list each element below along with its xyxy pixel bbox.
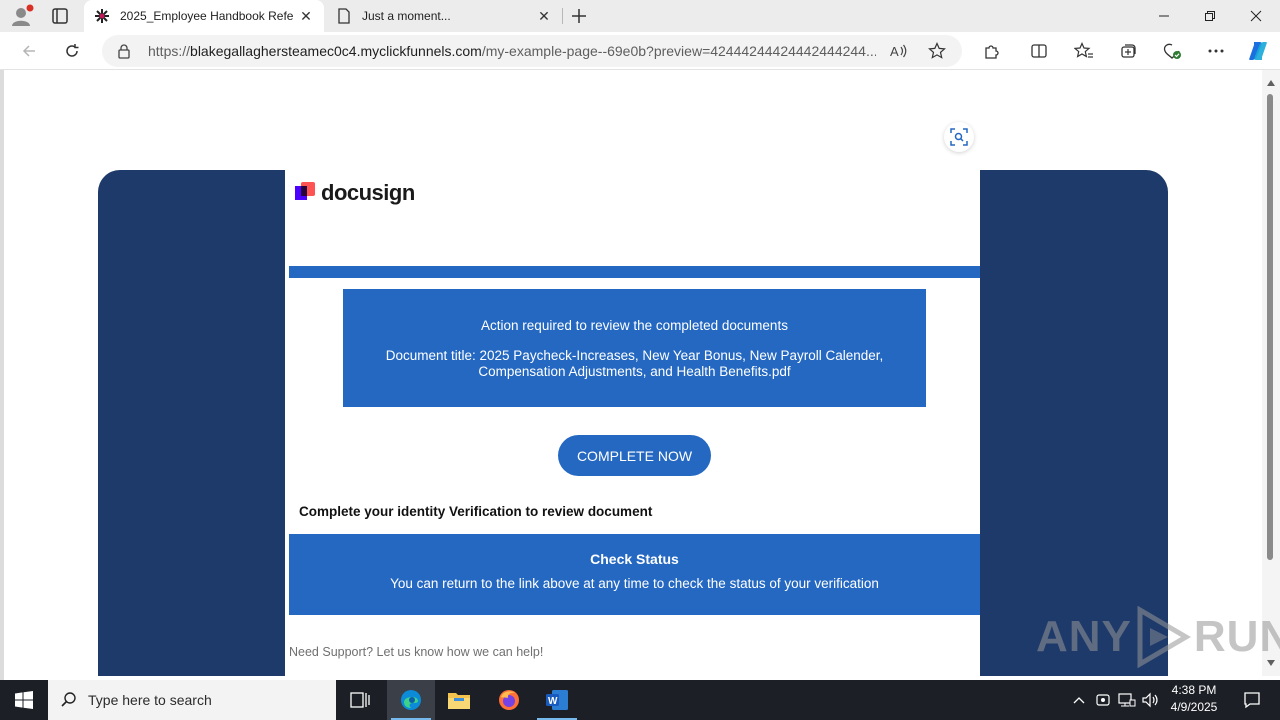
restore-icon[interactable]	[1187, 0, 1233, 32]
status-text: You can return to the link above at any …	[390, 576, 879, 591]
phishing-email-body: docusign Action required to review the c…	[285, 170, 980, 676]
volume-icon[interactable]	[1140, 680, 1162, 720]
anyrun-watermark: ANY RUN	[1036, 605, 1280, 669]
windows-taskbar: Type here to search W 4:38 PM 4/9/2025	[0, 680, 1280, 720]
edge-taskbar-icon[interactable]	[387, 680, 435, 720]
support-text: Need Support? Let us know how we can hel…	[289, 645, 544, 659]
search-placeholder: Type here to search	[88, 692, 212, 708]
notifications-icon[interactable]	[1232, 680, 1272, 720]
action-required-box: Action required to review the completed …	[343, 289, 926, 407]
watermark-right: RUN	[1193, 612, 1280, 661]
show-hidden-icons-icon[interactable]	[1068, 680, 1090, 720]
svg-text:A: A	[890, 44, 899, 59]
verification-heading: Complete your identity Verification to r…	[299, 504, 653, 519]
close-tab-icon[interactable]: ✕	[532, 4, 556, 28]
system-clock[interactable]: 4:38 PM 4/9/2025	[1164, 682, 1224, 718]
clock-time: 4:38 PM	[1171, 683, 1217, 697]
tab-title: 2025_Employee Handbook Refere	[120, 9, 294, 23]
profile-icon[interactable]	[8, 4, 36, 28]
collections-icon[interactable]	[1113, 37, 1143, 65]
tab-just-a-moment[interactable]: Just a moment... ✕	[326, 0, 562, 32]
extensions-icon[interactable]	[976, 37, 1006, 65]
docusign-logo: docusign	[295, 180, 415, 206]
watermark-play-icon	[1134, 605, 1192, 669]
check-status-box: Check Status You can return to the link …	[289, 534, 980, 615]
tab-strip: 2025_Employee Handbook Refere ✕ Just a m…	[0, 0, 1280, 32]
tab-actions-icon[interactable]	[46, 4, 74, 28]
firefox-icon[interactable]	[485, 680, 533, 720]
page-favicon-icon	[336, 8, 352, 24]
url-path: /my-example-page--69e0b?preview=42444244…	[481, 43, 876, 59]
task-view-icon[interactable]	[336, 680, 384, 720]
windows-start-icon[interactable]	[0, 680, 48, 720]
back-icon[interactable]	[14, 37, 44, 65]
url-host: blakegallaghersteamec0c4.myclickfunnels.…	[190, 43, 482, 59]
defender-icon[interactable]	[1092, 680, 1114, 720]
search-icon	[60, 691, 78, 709]
tab-separator	[562, 8, 563, 24]
browser-essentials-icon[interactable]	[1157, 37, 1187, 65]
scrollbar-thumb[interactable]	[1267, 94, 1273, 560]
copilot-icon[interactable]	[1243, 37, 1273, 65]
read-aloud-icon[interactable]: A	[888, 41, 910, 61]
tab-employee-handbook[interactable]: 2025_Employee Handbook Refere ✕	[84, 0, 324, 32]
refresh-icon[interactable]	[57, 37, 87, 65]
brand-name: docusign	[321, 180, 415, 205]
tab-title: Just a moment...	[362, 9, 451, 23]
taskbar-search-box[interactable]: Type here to search	[48, 680, 336, 720]
url-text[interactable]: https://blakegallaghersteamec0c4.myclick…	[148, 43, 876, 59]
lock-icon[interactable]	[116, 43, 132, 59]
close-tab-icon[interactable]: ✕	[294, 4, 318, 28]
address-bar[interactable]: https://blakegallaghersteamec0c4.myclick…	[102, 35, 962, 67]
favorite-star-icon[interactable]	[926, 41, 948, 61]
word-icon[interactable]: W	[533, 680, 581, 720]
svg-text:W: W	[548, 696, 558, 707]
browser-toolbar: https://blakegallaghersteamec0c4.myclick…	[0, 32, 1280, 70]
complete-now-button[interactable]: COMPLETE NOW	[558, 435, 711, 476]
action-title: Action required to review the completed …	[481, 318, 788, 333]
docusign-mark-icon	[295, 182, 317, 204]
starburst-favicon-icon	[94, 8, 110, 24]
scroll-up-icon[interactable]	[1267, 80, 1275, 86]
favorites-icon[interactable]	[1069, 37, 1099, 65]
close-window-icon[interactable]	[1233, 0, 1279, 32]
split-screen-icon[interactable]	[1024, 37, 1054, 65]
new-tab-icon[interactable]	[566, 4, 592, 28]
minimize-icon[interactable]	[1141, 0, 1187, 32]
watermark-left: ANY	[1036, 612, 1132, 661]
network-icon[interactable]	[1116, 680, 1138, 720]
clock-date: 4/9/2025	[1170, 700, 1218, 714]
url-prefix: https://	[148, 43, 191, 59]
header-divider-bar	[289, 266, 980, 278]
more-options-icon[interactable]	[1201, 37, 1231, 65]
document-title: Document title: 2025 Paycheck-Increases,…	[385, 348, 884, 379]
file-explorer-icon[interactable]	[435, 680, 483, 720]
visual-search-icon[interactable]	[944, 122, 974, 152]
status-title: Check Status	[590, 551, 679, 567]
